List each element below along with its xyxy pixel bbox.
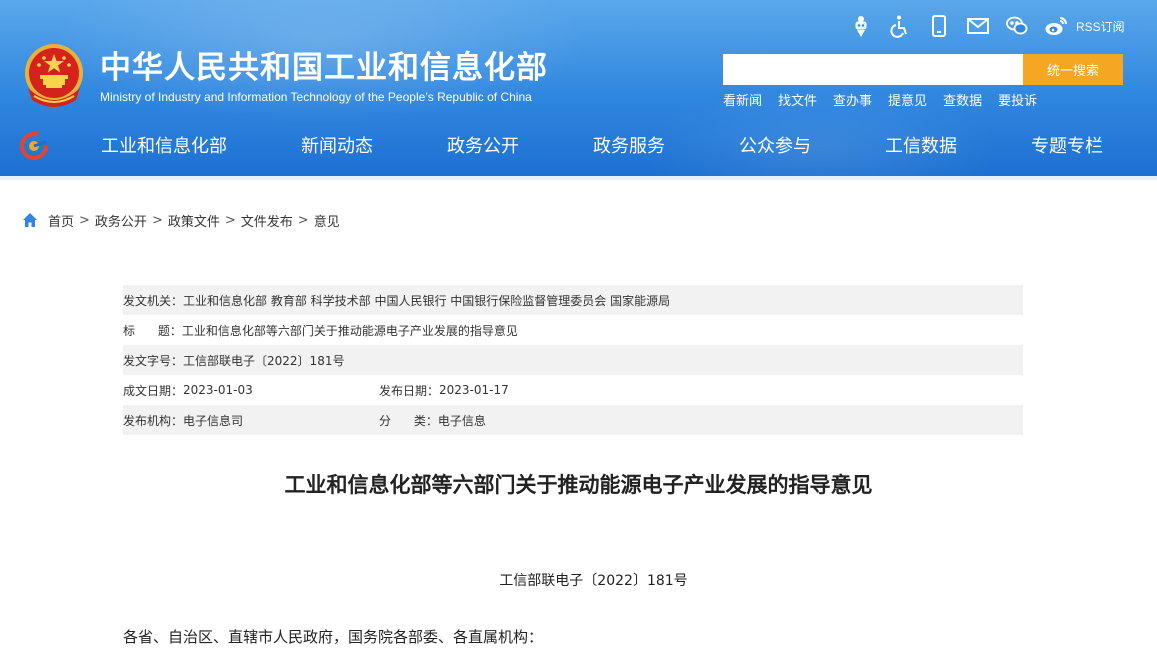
quick-link-services[interactable]: 查办事 xyxy=(833,93,872,111)
breadcrumb-separator: > xyxy=(224,212,236,228)
meta-published-label: 发布日期： xyxy=(379,383,440,398)
breadcrumb: 首页 > 政务公开 > 政策文件 > 文件发布 > 意见 xyxy=(22,210,340,230)
article-doc-number: 工信部联电子〔2022〕181号 xyxy=(499,573,688,589)
meta-row-org: 发布机构： 电子信息司 分 类： 电子信息 xyxy=(123,405,1023,435)
article-addressee: 各省、自治区、直辖市人民政府，国务院各部委、各直属机构： xyxy=(123,628,544,646)
breadcrumb-separator: > xyxy=(151,212,163,228)
nav-public-participation[interactable]: 公众参与 xyxy=(739,134,811,160)
meta-category: 分 类： 电子信息 xyxy=(379,405,486,435)
meta-category-value: 电子信息 xyxy=(437,413,486,428)
breadcrumb-current[interactable]: 意见 xyxy=(314,211,340,230)
article-title: 工业和信息化部等六部门关于推动能源电子产业发展的指导意见 xyxy=(284,473,873,497)
meta-row-issuer: 发文机关： 工业和信息化部 教育部 科学技术部 中国人民银行 中国银行保险监督管… xyxy=(123,285,1023,315)
quick-link-complaint[interactable]: 要投诉 xyxy=(998,93,1037,111)
site-header: 中华人民共和国工业和信息化部 Ministry of Industry and … xyxy=(0,0,1157,180)
meta-written-label: 成文日期： xyxy=(123,383,184,398)
mobile-icon[interactable] xyxy=(926,13,952,39)
site-title-chinese[interactable]: 中华人民共和国工业和信息化部 xyxy=(100,48,548,88)
robot-icon[interactable] xyxy=(848,13,874,39)
header-divider xyxy=(0,176,1157,180)
meta-row-docno: 发文字号： 工信部联电子〔2022〕181号 xyxy=(123,345,1023,375)
nav-ministry[interactable]: 工业和信息化部 xyxy=(101,134,227,160)
meta-title-value: 工业和信息化部等六部门关于推动能源电子产业发展的指导意见 xyxy=(181,323,518,338)
breadcrumb-home[interactable]: 首页 xyxy=(48,211,74,230)
search-input[interactable] xyxy=(723,54,1023,85)
meta-docno-value: 工信部联电子〔2022〕181号 xyxy=(183,353,345,368)
main-navigation: 工业和信息化部 新闻动态 政务公开 政务服务 公众参与 工信数据 专题专栏 xyxy=(0,118,1157,176)
nav-special-topics[interactable]: 专题专栏 xyxy=(1031,134,1103,160)
nav-data[interactable]: 工信数据 xyxy=(885,134,957,160)
quick-link-feedback[interactable]: 提意见 xyxy=(888,93,927,111)
breadcrumb-government-affairs[interactable]: 政务公开 xyxy=(95,211,147,230)
breadcrumb-separator: > xyxy=(79,212,90,228)
meta-row-dates: 成文日期： 2023-01-03 发布日期： 2023-01-17 xyxy=(123,375,1023,405)
meta-org-value: 电子信息司 xyxy=(183,413,244,428)
meta-docno-label: 发文字号： xyxy=(123,353,184,368)
quick-link-data[interactable]: 查数据 xyxy=(943,93,982,111)
meta-written-date: 成文日期： 2023-01-03 xyxy=(123,375,253,405)
quick-link-documents[interactable]: 找文件 xyxy=(778,93,817,111)
nav-government-affairs[interactable]: 政务公开 xyxy=(447,134,519,160)
document-metadata-table: 发文机关： 工业和信息化部 教育部 科学技术部 中国人民银行 中国银行保险监督管… xyxy=(123,285,1023,435)
meta-published-value: 2023-01-17 xyxy=(439,383,509,397)
meta-category-label: 分 类： xyxy=(379,413,438,428)
accessibility-icon[interactable] xyxy=(887,13,913,39)
breadcrumb-document-release[interactable]: 文件发布 xyxy=(241,211,293,230)
breadcrumb-policy-documents[interactable]: 政策文件 xyxy=(168,211,220,230)
breadcrumb-separator: > xyxy=(297,212,309,228)
wechat-icon[interactable] xyxy=(1004,13,1030,39)
site-title-english: Ministry of Industry and Information Tec… xyxy=(100,90,532,104)
national-emblem-icon xyxy=(25,44,83,107)
meta-issuer: 发文机关： 工业和信息化部 教育部 科学技术部 中国人民银行 中国银行保险监督管… xyxy=(123,285,670,315)
site-logo-icon[interactable] xyxy=(20,132,48,160)
quick-link-news[interactable]: 看新闻 xyxy=(723,93,762,111)
meta-title-label: 标 题： xyxy=(123,323,182,338)
meta-row-title: 标 题： 工业和信息化部等六部门关于推动能源电子产业发展的指导意见 xyxy=(123,315,1023,345)
quick-links: 看新闻 找文件 查办事 提意见 查数据 要投诉 xyxy=(723,93,1053,111)
meta-org: 发布机构： 电子信息司 xyxy=(123,405,243,435)
home-icon[interactable] xyxy=(22,212,38,228)
meta-org-label: 发布机构： xyxy=(123,413,184,428)
nav-news[interactable]: 新闻动态 xyxy=(301,134,373,160)
meta-issuer-label: 发文机关： xyxy=(123,293,184,308)
top-utility-bar: RSS订阅 xyxy=(848,12,1125,40)
nav-government-services[interactable]: 政务服务 xyxy=(593,134,665,160)
meta-published-date: 发布日期： 2023-01-17 xyxy=(379,375,509,405)
rss-subscribe-link[interactable]: RSS订阅 xyxy=(1076,18,1125,35)
meta-title: 标 题： 工业和信息化部等六部门关于推动能源电子产业发展的指导意见 xyxy=(123,315,518,345)
unified-search-button[interactable]: 统一搜索 xyxy=(1023,54,1123,85)
mail-icon[interactable] xyxy=(965,13,991,39)
meta-written-value: 2023-01-03 xyxy=(183,383,253,397)
meta-docno: 发文字号： 工信部联电子〔2022〕181号 xyxy=(123,345,344,375)
meta-issuer-value: 工业和信息化部 教育部 科学技术部 中国人民银行 中国银行保险监督管理委员会 国… xyxy=(183,293,671,308)
weibo-icon[interactable] xyxy=(1043,13,1069,39)
